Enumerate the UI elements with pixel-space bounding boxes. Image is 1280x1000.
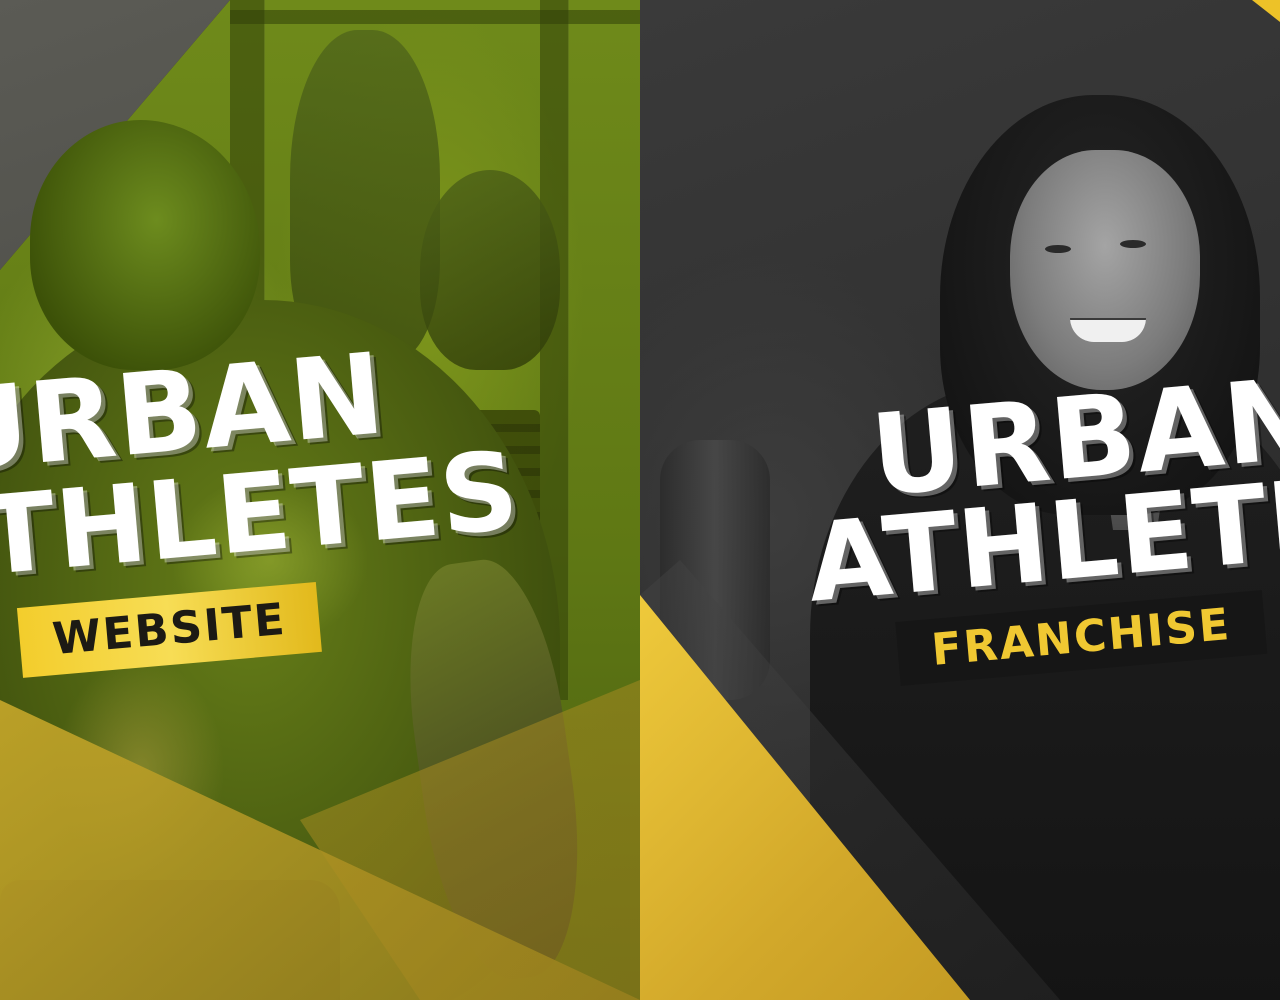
left-banner: URBAN ATHLETES WEBSITE	[0, 0, 640, 1000]
right-banner: URBAN ATHLETES FRANCHISE	[640, 0, 1280, 1000]
woman-portrait-face	[1010, 150, 1200, 390]
woman-portrait-eye	[1045, 245, 1071, 253]
woman-portrait-smile	[1070, 318, 1146, 342]
woman-athlete-leg	[420, 170, 560, 370]
gym-rack-beam	[230, 10, 640, 24]
woman-portrait-eye	[1120, 240, 1146, 248]
